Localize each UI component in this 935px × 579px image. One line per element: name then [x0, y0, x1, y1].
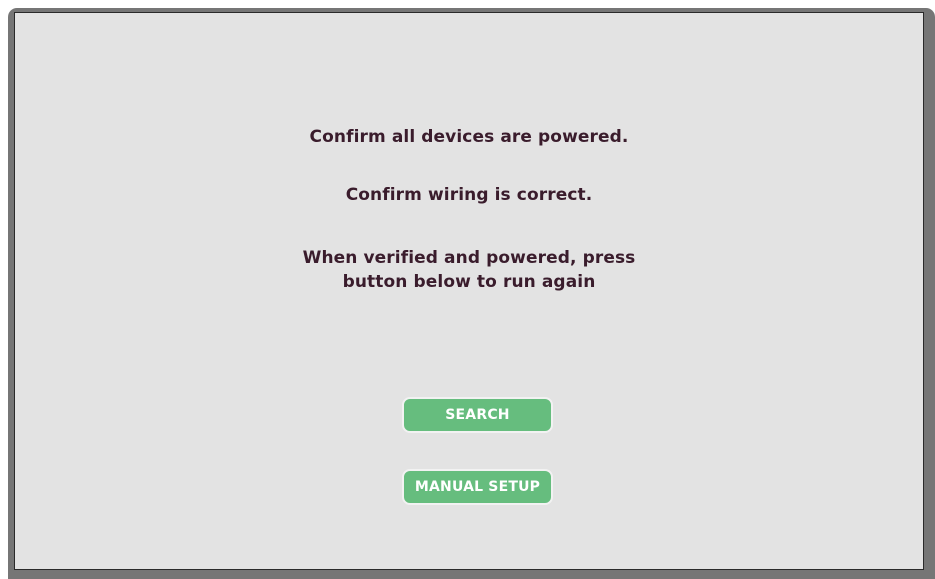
message-devices-powered: Confirm all devices are powered.: [309, 127, 629, 147]
message-wiring-correct: Confirm wiring is correct.: [345, 185, 593, 205]
message-instructions-line2: button below to run again: [342, 272, 596, 292]
manual-setup-button[interactable]: MANUAL SETUP: [402, 469, 553, 505]
message-instructions-line1: When verified and powered, press: [302, 248, 636, 268]
screen-panel: Confirm all devices are powered. Confirm…: [14, 12, 924, 570]
search-button[interactable]: SEARCH: [402, 397, 553, 433]
